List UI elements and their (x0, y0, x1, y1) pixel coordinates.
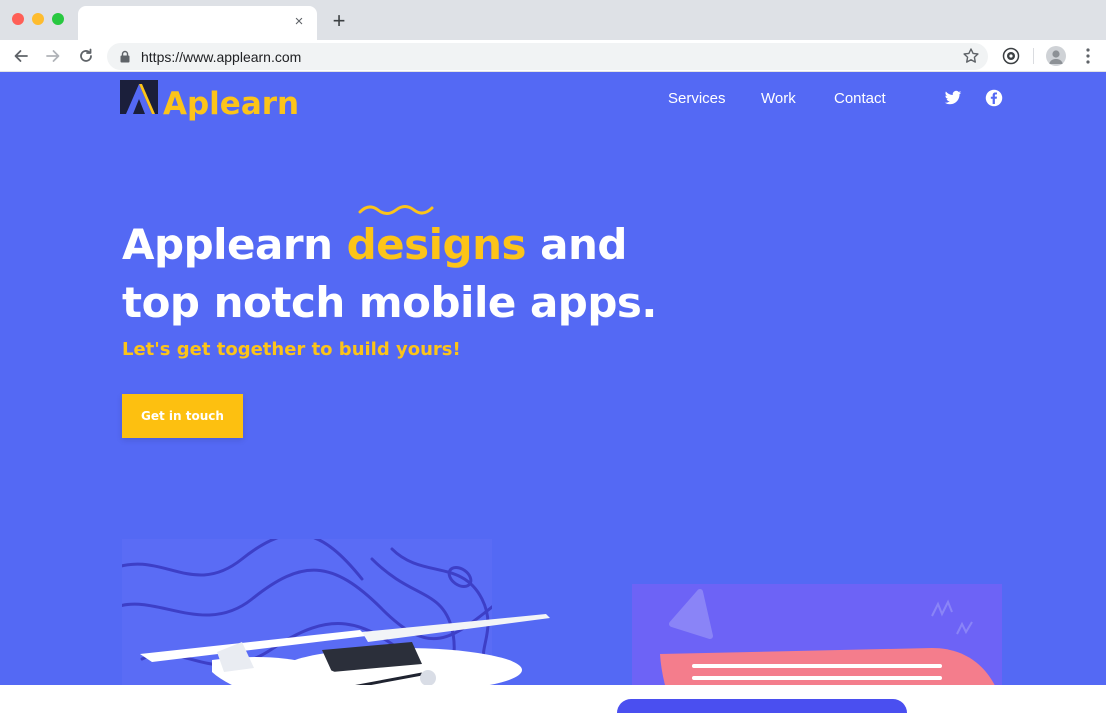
profile-avatar-icon[interactable] (1046, 46, 1066, 66)
nav-link-services[interactable]: Services (668, 89, 726, 109)
close-window-button[interactable] (12, 13, 24, 25)
browser-menu-icon[interactable] (1080, 47, 1096, 65)
browser-toolbar: https://www.applearn.com (0, 40, 1106, 72)
facebook-icon[interactable] (985, 89, 1003, 107)
lock-icon (119, 50, 131, 63)
new-tab-button[interactable]: + (330, 10, 348, 32)
content-section-edge (0, 685, 1106, 713)
bookmark-star-icon[interactable] (962, 47, 980, 65)
maximize-window-button[interactable] (52, 13, 64, 25)
reload-icon[interactable] (76, 46, 96, 66)
logo-text: Aplearn (163, 86, 300, 122)
browser-tab[interactable]: × (78, 6, 317, 40)
app-preview-bar (617, 699, 907, 713)
hero-title: Applearn designs and top notch mobile ap… (122, 216, 682, 332)
extension-icon[interactable] (1002, 47, 1020, 65)
logo-mark-icon (120, 80, 158, 114)
toolbar-divider (1033, 48, 1034, 64)
address-bar[interactable]: https://www.applearn.com (107, 43, 988, 70)
nav-link-work[interactable]: Work (761, 89, 796, 109)
forward-arrow-icon[interactable] (43, 46, 63, 66)
hero-title-highlight: designs (346, 220, 527, 269)
nav-link-contact[interactable]: Contact (834, 89, 886, 109)
back-arrow-icon[interactable] (11, 46, 31, 66)
browser-tab-bar: × + (0, 0, 1106, 40)
url-text[interactable]: https://www.applearn.com (141, 48, 301, 66)
hero-section: Aplearn Services Work Contact Applearn d… (0, 72, 1106, 713)
hero-subtitle: Let's get together to build yours! (122, 339, 461, 360)
tab-close-icon[interactable]: × (291, 13, 307, 31)
twitter-icon[interactable] (944, 89, 962, 107)
get-in-touch-button[interactable]: Get in touch (122, 394, 243, 438)
hero-title-part1: Applearn (122, 220, 347, 269)
minimize-window-button[interactable] (32, 13, 44, 25)
